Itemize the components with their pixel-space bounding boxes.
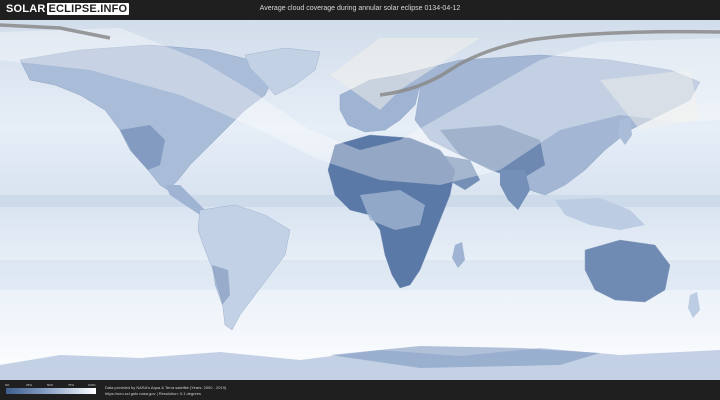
data-credit: Data provided by NASA's Aqua & Terra sat… [105, 385, 227, 390]
data-source-link[interactable]: https://neo.sci.gsfc.nasa.gov | Resoluti… [105, 391, 201, 396]
world-map-svg [0, 20, 720, 380]
cloud-coverage-scale [6, 388, 96, 394]
footer-bar: 0% 25% 50% 75% 100% Data provided by NAS… [0, 380, 720, 400]
page-title: Average cloud coverage during annular so… [259, 5, 461, 12]
header-bar: SOLAR ECLIPSE.INFO Average cloud coverage… [0, 0, 720, 20]
scale-label-25: 25% [26, 383, 33, 387]
cloud-coverage-map [0, 20, 720, 380]
scale-label-50: 50% [47, 383, 54, 387]
scale-label-75: 75% [68, 383, 75, 387]
scale-label-0: 0% [5, 383, 10, 387]
scale-label-100: 100% [88, 383, 96, 387]
